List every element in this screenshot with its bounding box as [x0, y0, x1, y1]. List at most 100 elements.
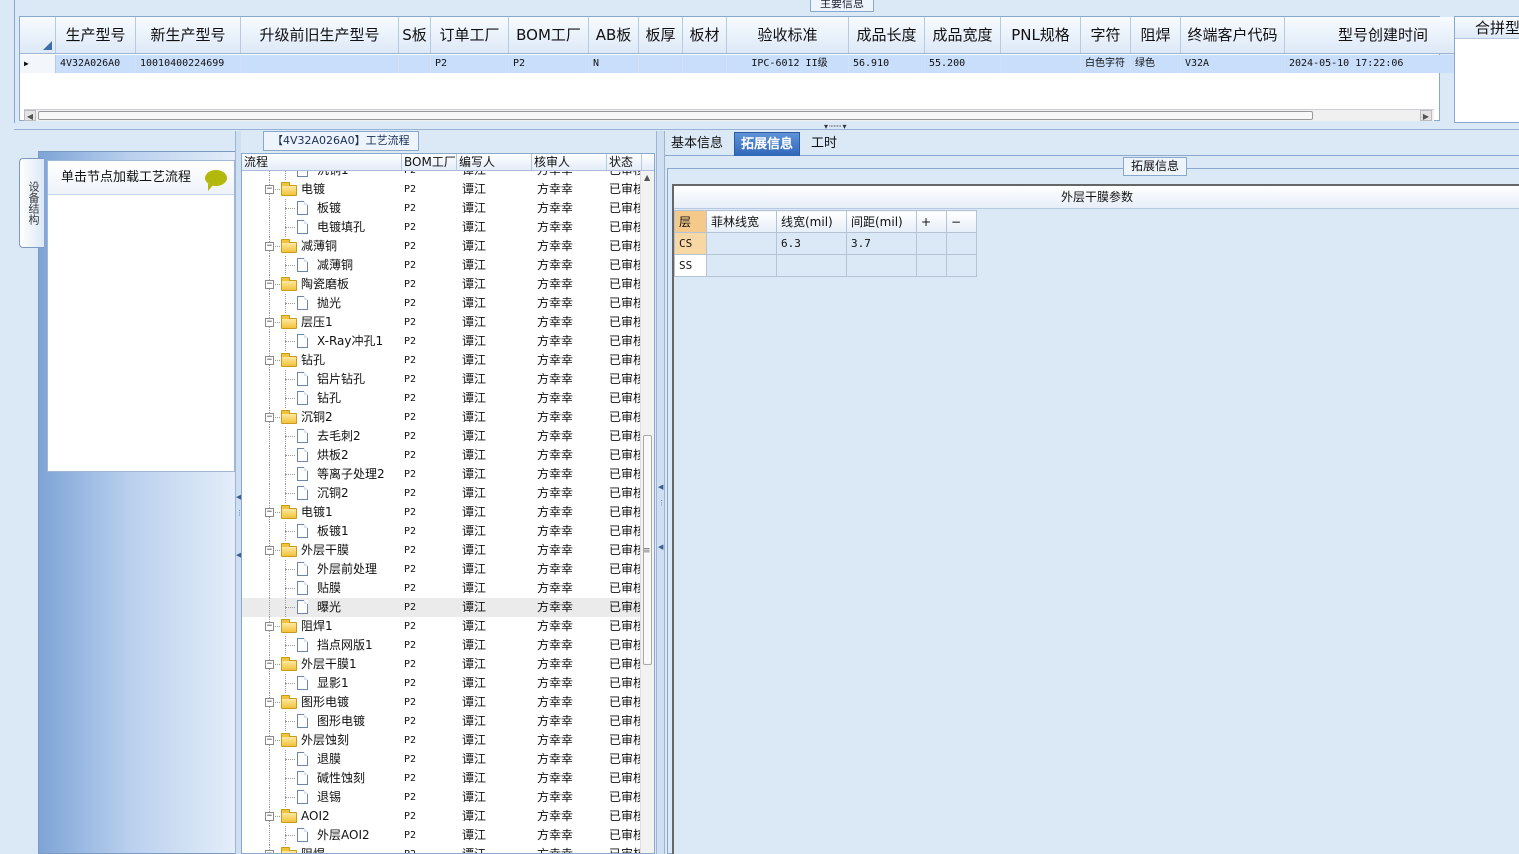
tree-node[interactable]: − 减薄铜: [242, 237, 402, 256]
tree-node[interactable]: 板镀: [242, 199, 402, 218]
collapse-node-icon[interactable]: −: [265, 850, 274, 853]
tree-row[interactable]: − 外层干膜 P2 谭江 方幸幸 已审核: [242, 541, 642, 560]
column-header[interactable]: PNL规格: [1001, 17, 1081, 53]
tree-node[interactable]: 铝片钻孔: [242, 370, 402, 389]
collapse-node-icon[interactable]: −: [265, 736, 274, 745]
collapse-left-icon-4[interactable]: ◀: [658, 543, 663, 551]
tree-node[interactable]: 挡点网版1: [242, 636, 402, 655]
tree-row[interactable]: − 阻焊1 P2 谭江 方幸幸 已审核: [242, 617, 642, 636]
collapse-node-icon[interactable]: −: [265, 546, 274, 555]
layer-cell[interactable]: CS: [674, 232, 707, 255]
tree-node[interactable]: 外层前处理: [242, 560, 402, 579]
tree-row[interactable]: 外层前处理 P2 谭江 方幸幸 已审核: [242, 560, 642, 579]
collapse-node-icon[interactable]: −: [265, 660, 274, 669]
tree-node[interactable]: 减薄铜: [242, 256, 402, 275]
grid-cell[interactable]: [399, 55, 431, 73]
column-header[interactable]: 字符: [1081, 17, 1131, 53]
empty-cell[interactable]: [946, 254, 977, 277]
grid-cell[interactable]: [1001, 55, 1081, 73]
grid-cell[interactable]: 2024-05-10 17:22:06: [1285, 55, 1482, 73]
tree-node[interactable]: X-Ray冲孔1: [242, 332, 402, 351]
tree-row[interactable]: 抛光 P2 谭江 方幸幸 已审核: [242, 294, 642, 313]
tree-row[interactable]: 烘板2 P2 谭江 方幸幸 已审核: [242, 446, 642, 465]
grid-cell[interactable]: IPC-6012 II级: [727, 55, 849, 73]
tree-row[interactable]: 铝片钻孔 P2 谭江 方幸幸 已审核: [242, 370, 642, 389]
empty-cell[interactable]: [946, 232, 977, 255]
collapse-node-icon[interactable]: −: [265, 280, 274, 289]
tree-row[interactable]: 等离子处理2 P2 谭江 方幸幸 已审核: [242, 465, 642, 484]
tree-node[interactable]: 退膜: [242, 750, 402, 769]
column-header[interactable]: AB板: [589, 17, 639, 53]
tree-column-header[interactable]: BOM工厂: [402, 154, 457, 170]
film-width-cell[interactable]: [706, 232, 777, 255]
column-header[interactable]: 验收标准: [727, 17, 849, 53]
collapse-left-icon-3[interactable]: ◀: [658, 483, 663, 491]
grid-cell[interactable]: 4V32A026A0: [56, 55, 136, 73]
column-header[interactable]: 订单工厂: [431, 17, 509, 53]
column-header[interactable]: S板: [399, 17, 431, 53]
column-header[interactable]: 成品宽度: [925, 17, 1001, 53]
grid-cell[interactable]: [241, 55, 399, 73]
tab-0[interactable]: 基本信息: [665, 132, 729, 156]
tree-row[interactable]: 电镀填孔 P2 谭江 方幸幸 已审核: [242, 218, 642, 237]
tree-node[interactable]: − 电镀: [242, 180, 402, 199]
tree-row[interactable]: 曝光 P2 谭江 方幸幸 已审核: [242, 598, 642, 617]
column-header[interactable]: 生产型号: [56, 17, 136, 53]
tree-node[interactable]: − 阻焊1: [242, 617, 402, 636]
grid-cell[interactable]: 白色字符: [1081, 55, 1131, 73]
collapse-node-icon[interactable]: −: [265, 242, 274, 251]
tree-row[interactable]: − 电镀1 P2 谭江 方幸幸 已审核: [242, 503, 642, 522]
tree-node[interactable]: 烘板2: [242, 446, 402, 465]
tree-node[interactable]: 碱性蚀刻: [242, 769, 402, 788]
tree-column-header[interactable]: 编写人: [457, 154, 532, 170]
tree-node[interactable]: 等离子处理2: [242, 465, 402, 484]
tree-collapse-strip[interactable]: ◀ ⋮ ◀: [656, 131, 665, 854]
collapse-node-icon[interactable]: −: [265, 185, 274, 194]
tree-row[interactable]: − 层压1 P2 谭江 方幸幸 已审核: [242, 313, 642, 332]
tree-row[interactable]: 退锡 P2 谭江 方幸幸 已审核: [242, 788, 642, 807]
tree-row[interactable]: − 图形电镀 P2 谭江 方幸幸 已审核: [242, 693, 642, 712]
scroll-thumb[interactable]: [38, 111, 1313, 120]
tree-node[interactable]: − 外层干膜1: [242, 655, 402, 674]
column-header[interactable]: 终端客户代码: [1181, 17, 1285, 53]
tree-column-header[interactable]: 状态: [607, 154, 642, 170]
tree-row[interactable]: 去毛刺2 P2 谭江 方幸幸 已审核: [242, 427, 642, 446]
column-header[interactable]: 板厚: [639, 17, 683, 53]
tree-row[interactable]: 板镀 P2 谭江 方幸幸 已审核: [242, 199, 642, 218]
grid-cell[interactable]: 56.910: [849, 55, 925, 73]
collapse-node-icon[interactable]: −: [265, 508, 274, 517]
tree-vertical-scrollbar[interactable]: ▲ ≡: [640, 171, 654, 853]
tree-row[interactable]: − 电镀 P2 谭江 方幸幸 已审核: [242, 180, 642, 199]
tree-column-header[interactable]: 核审人: [532, 154, 607, 170]
vertical-tab-equipment[interactable]: 设备结构: [19, 158, 44, 248]
tree-node[interactable]: 电镀填孔: [242, 218, 402, 237]
grid-cell[interactable]: 55.200: [925, 55, 1001, 73]
film-width-cell[interactable]: [706, 254, 777, 277]
grid-cell[interactable]: N: [589, 55, 639, 73]
tree-row[interactable]: − 陶瓷磨板 P2 谭江 方幸幸 已审核: [242, 275, 642, 294]
splitter-grip-icon[interactable]: ▾ ········ ▾: [824, 123, 846, 131]
grid-cell[interactable]: P2: [509, 55, 589, 73]
tree-row[interactable]: 减薄铜 P2 谭江 方幸幸 已审核: [242, 256, 642, 275]
horizontal-splitter[interactable]: ▾ ········ ▾: [14, 123, 1519, 131]
grid-cell[interactable]: P2: [431, 55, 509, 73]
column-header[interactable]: 阻焊: [1131, 17, 1181, 53]
grid-cell[interactable]: 10010400224699: [136, 55, 241, 73]
collapse-node-icon[interactable]: −: [265, 356, 274, 365]
tree-node[interactable]: 曝光: [242, 598, 402, 617]
tab-2[interactable]: 工时: [805, 132, 843, 156]
tree-row[interactable]: 显影1 P2 谭江 方幸幸 已审核: [242, 674, 642, 693]
line-width-cell[interactable]: 6.3: [776, 232, 847, 255]
column-header[interactable]: BOM工厂: [509, 17, 589, 53]
line-width-cell[interactable]: [776, 254, 847, 277]
tree-node[interactable]: 图形电镀: [242, 712, 402, 731]
tree-row[interactable]: 图形电镀 P2 谭江 方幸幸 已审核: [242, 712, 642, 731]
empty-cell[interactable]: [916, 232, 947, 255]
tree-node[interactable]: 贴膜: [242, 579, 402, 598]
remove-row-button[interactable]: −: [946, 210, 977, 233]
grid-corner-button[interactable]: [20, 17, 56, 53]
collapse-node-icon[interactable]: −: [265, 622, 274, 631]
grid-row-selected[interactable]: ▶ 4V32A026A0 10010400224699 P2 P2 N IPC-6012 …: [20, 55, 1482, 73]
column-header[interactable]: 升级前旧生产型号: [241, 17, 399, 53]
tree-row[interactable]: − AOI2 P2 谭江 方幸幸 已审核: [242, 807, 642, 826]
